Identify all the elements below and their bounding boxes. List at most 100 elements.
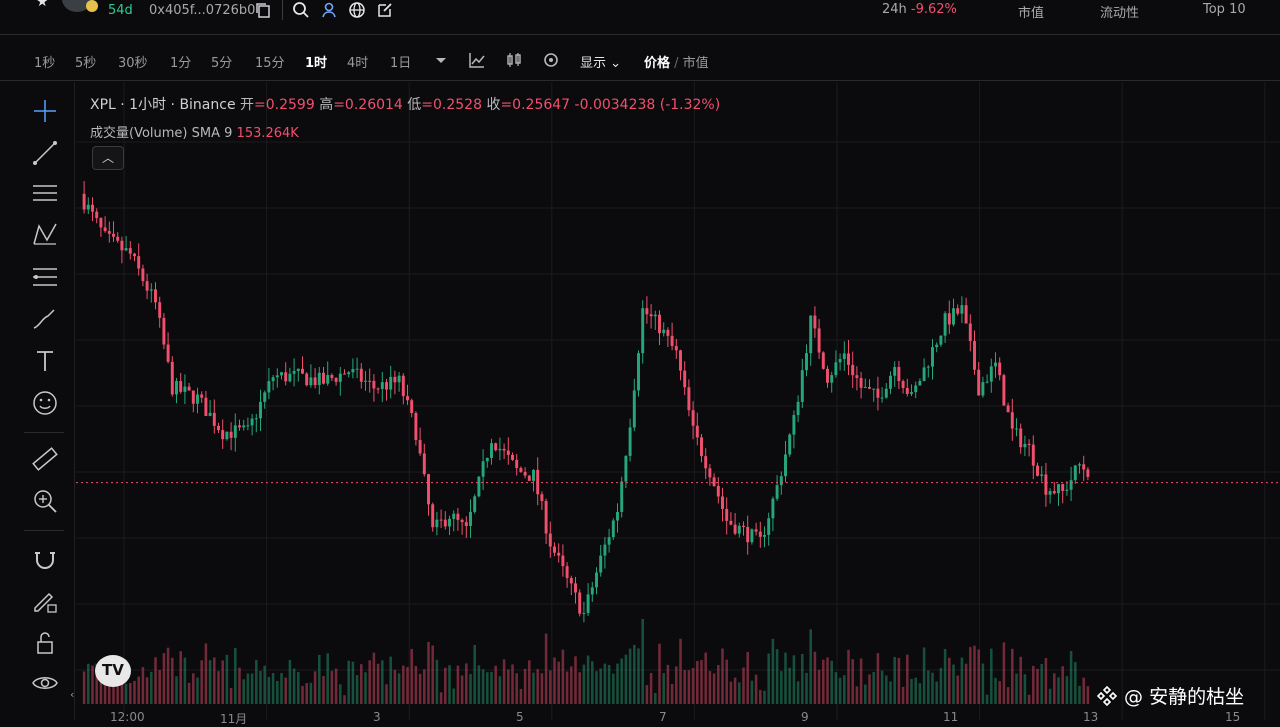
candle-body <box>670 335 674 346</box>
user-search-icon[interactable] <box>320 1 338 19</box>
candle-body <box>800 370 804 402</box>
timeframe-5s[interactable]: 5秒 <box>75 52 96 71</box>
pattern-icon[interactable] <box>30 220 60 250</box>
volume-bar <box>158 669 161 704</box>
candle-body <box>653 314 657 317</box>
contract-address[interactable]: 0x405f...0726b0 <box>149 3 255 18</box>
candle-body <box>784 454 787 477</box>
x-axis-tick: 15 <box>1225 710 1241 724</box>
unlock-icon[interactable] <box>30 628 60 658</box>
candle-body <box>842 353 846 360</box>
edit-icon[interactable] <box>376 1 394 19</box>
candle-body <box>557 552 561 556</box>
price-toggle[interactable]: 价格 <box>644 56 670 71</box>
brush-icon[interactable] <box>30 304 60 334</box>
ruler-icon[interactable] <box>30 444 60 474</box>
candle-body <box>1052 491 1056 494</box>
candle-body <box>700 437 703 457</box>
candle-body <box>254 418 258 420</box>
timeframe-1h[interactable]: 1时 <box>305 52 327 71</box>
volume-bar <box>607 664 611 704</box>
collapse-toolbar-icon[interactable]: ‹ <box>70 688 74 701</box>
display-menu[interactable]: 显示 ⌄ <box>580 52 621 71</box>
timeframe-4h[interactable]: 4时 <box>347 52 368 71</box>
toolbar-divider <box>24 530 64 531</box>
eye-icon[interactable] <box>30 668 60 698</box>
volume-bar <box>788 667 791 704</box>
zoom-in-icon[interactable] <box>30 486 60 516</box>
volume-bar <box>565 671 569 704</box>
volume-bar <box>204 643 208 704</box>
candle-body <box>221 430 225 440</box>
magnet-icon[interactable] <box>30 544 60 574</box>
candle-type-icon[interactable] <box>504 50 524 70</box>
candle-body <box>170 361 174 395</box>
candle-body <box>779 476 783 486</box>
tradingview-logo[interactable]: TV <box>95 655 131 687</box>
mcap-toggle[interactable]: 市值 <box>683 56 709 71</box>
volume-bar <box>599 668 602 704</box>
candle-body <box>149 289 153 291</box>
lock-pencil-icon[interactable] <box>30 586 60 616</box>
timeframe-dropdown-icon[interactable] <box>431 50 451 70</box>
settings-icon[interactable] <box>541 50 561 70</box>
copy-icon[interactable] <box>254 1 272 19</box>
candle-body <box>212 412 216 426</box>
candle-body <box>385 382 388 390</box>
timeframe-15m[interactable]: 15分 <box>255 52 285 71</box>
volume-bar <box>385 684 388 704</box>
volume-bar <box>931 672 934 704</box>
candle-body <box>758 531 762 537</box>
collapse-legend-button[interactable]: ︿ <box>92 146 124 170</box>
volume-bar <box>922 647 926 704</box>
volume-bar <box>910 678 913 704</box>
volume-bar <box>851 659 854 704</box>
timeframe-5m[interactable]: 5分 <box>211 52 232 71</box>
candle-body <box>103 227 107 232</box>
crosshair-icon[interactable] <box>30 96 60 126</box>
volume-bar <box>309 682 313 704</box>
horizontal-lines-icon[interactable] <box>30 178 60 208</box>
volume-bar <box>666 664 670 704</box>
candle-body <box>582 613 586 615</box>
candle-body <box>431 504 435 528</box>
candle-body <box>964 305 968 324</box>
volume-bar <box>570 666 573 704</box>
volume-bar <box>683 670 686 704</box>
fib-levels-icon[interactable] <box>30 262 60 292</box>
symbol-title: XPL · 1小时 · Binance <box>90 97 236 113</box>
candle-body <box>422 453 426 475</box>
volume-bar <box>414 665 418 704</box>
timeframe-1m[interactable]: 1分 <box>170 52 191 71</box>
volume-bar <box>813 651 817 704</box>
search-icon[interactable] <box>292 1 310 19</box>
emoji-icon[interactable] <box>30 388 60 418</box>
candle-body <box>590 587 594 595</box>
timeframe-30s[interactable]: 30秒 <box>118 52 148 71</box>
price-chart[interactable] <box>76 82 1280 720</box>
candle-body <box>330 374 334 379</box>
price-mcap-toggle[interactable]: 价格 / 市值 <box>644 52 709 71</box>
timeframe-1d[interactable]: 1日 <box>390 52 411 71</box>
candle-body <box>137 256 141 269</box>
volume-bar <box>943 649 947 704</box>
volume-bar <box>213 657 216 704</box>
candle-body <box>477 476 481 497</box>
globe-icon[interactable] <box>348 1 366 19</box>
volume-bar <box>784 652 787 704</box>
text-icon[interactable] <box>30 346 60 376</box>
volume-bar <box>208 660 212 704</box>
star-icon[interactable]: ★ <box>36 0 49 10</box>
volume-bar <box>532 672 535 704</box>
candle-body <box>246 425 250 427</box>
candle-body <box>124 248 128 251</box>
candle-body <box>133 253 136 257</box>
open-value: =0.2599 <box>254 97 315 113</box>
volume-bar <box>696 660 699 704</box>
indicator-chart-icon[interactable] <box>467 50 487 70</box>
trendline-icon[interactable] <box>30 138 60 168</box>
timeframe-1s[interactable]: 1秒 <box>34 52 55 71</box>
candle-body <box>595 572 598 588</box>
volume-bar <box>486 672 489 704</box>
candle-body <box>683 370 687 388</box>
